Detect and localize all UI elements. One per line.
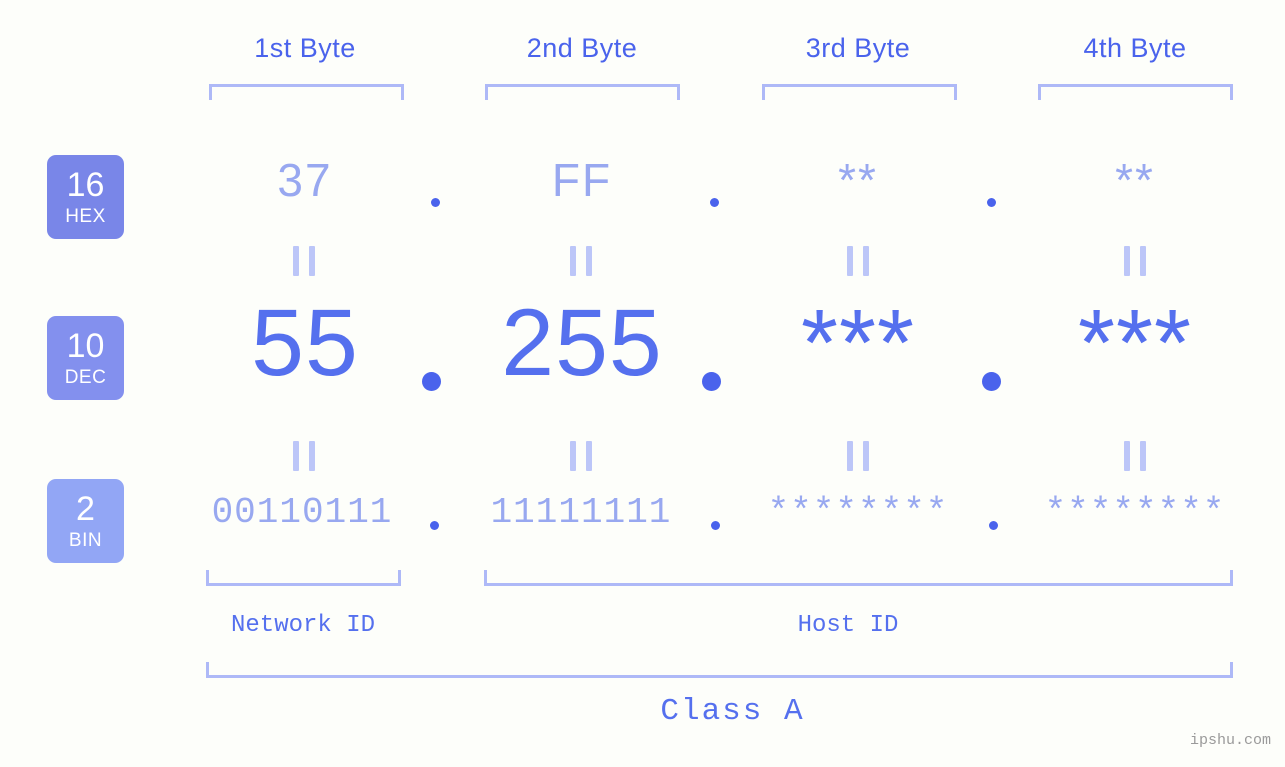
dec-byte-4: *** [1078,290,1192,396]
bin-byte-4: ******** [1044,492,1226,533]
bin-byte-2: 11111111 [490,492,672,533]
byte-header-4: 4th Byte [1083,33,1187,63]
dec-byte-1: 55 [251,290,359,396]
class-label: Class A [660,694,805,729]
dec-separator-dot-3 [982,372,1001,391]
dec-byte-3: *** [801,290,915,396]
badge-bin: 2 BIN [47,479,124,563]
equals-marker-dec-bin-2 [570,441,592,471]
bin-byte-1: 00110111 [211,492,393,533]
badge-dec-name: DEC [64,367,107,388]
host-id-label: Host ID [797,612,899,639]
hex-separator-dot-1 [431,198,440,207]
bin-separator-dot-1 [430,521,439,530]
badge-hex-base: 16 [66,166,105,204]
host-id-bracket [484,570,1233,586]
byte-bracket-1 [209,84,404,100]
byte-header-2: 2nd Byte [526,33,638,63]
hex-byte-1: 37 [277,154,333,206]
network-id-bracket [206,570,401,586]
dec-separator-dot-1 [422,372,441,391]
badge-dec: 10 DEC [47,316,124,400]
badge-bin-name: BIN [68,530,103,551]
hex-byte-3: ** [838,154,878,206]
network-id-label: Network ID [230,612,376,639]
badge-hex-name: HEX [65,206,106,227]
dec-separator-dot-2 [702,372,721,391]
byte-bracket-4 [1038,84,1233,100]
hex-byte-2: FF [551,154,613,206]
equals-marker-hex-dec-2 [570,246,592,276]
bin-separator-dot-3 [989,521,998,530]
equals-marker-dec-bin-3 [847,441,869,471]
equals-marker-dec-bin-1 [293,441,315,471]
byte-bracket-3 [762,84,957,100]
bin-byte-3: ******** [767,492,949,533]
equals-marker-dec-bin-4 [1124,441,1146,471]
badge-dec-base: 10 [66,327,105,365]
byte-header-1: 1st Byte [254,33,356,63]
site-watermark: ipshu.com [1189,732,1271,749]
hex-separator-dot-3 [987,198,996,207]
equals-marker-hex-dec-3 [847,246,869,276]
ip-address-breakdown-diagram: 1st Byte 2nd Byte 3rd Byte 4th Byte 16 H… [0,0,1285,767]
dec-byte-2: 255 [501,290,663,396]
equals-marker-hex-dec-1 [293,246,315,276]
hex-byte-4: ** [1115,154,1155,206]
equals-marker-hex-dec-4 [1124,246,1146,276]
byte-bracket-2 [485,84,680,100]
badge-bin-base: 2 [76,490,95,528]
hex-separator-dot-2 [710,198,719,207]
byte-header-3: 3rd Byte [805,33,911,63]
badge-hex: 16 HEX [47,155,124,239]
class-bracket [206,662,1233,678]
bin-separator-dot-2 [711,521,720,530]
